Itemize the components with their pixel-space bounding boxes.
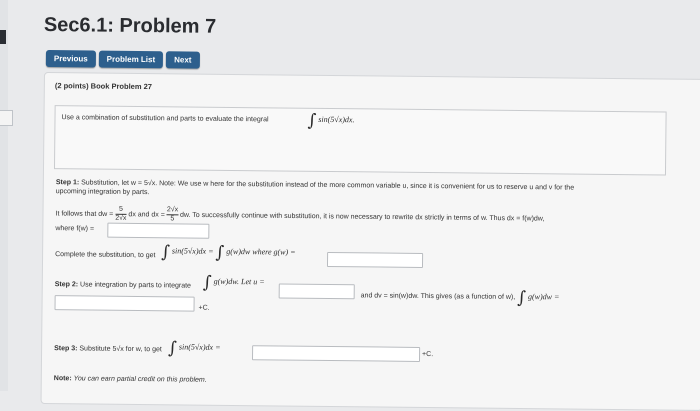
frac1-num: 5 bbox=[115, 205, 127, 215]
u-input[interactable] bbox=[278, 283, 355, 300]
step2-expr: g(w)dw. Let u = bbox=[213, 276, 265, 287]
fraction-dw: 5 2√x bbox=[115, 205, 127, 223]
note-line: Note: You can earn partial credit on thi… bbox=[54, 375, 207, 384]
previous-button[interactable]: Previous bbox=[45, 50, 96, 68]
step3-integral: ∫ sin(5√x)dx = bbox=[168, 338, 221, 359]
problem-card: (2 points) Book Problem 27 Use a combina… bbox=[40, 72, 700, 411]
note-label: Note: bbox=[53, 375, 72, 383]
problem-list-button[interactable]: Problem List bbox=[98, 50, 164, 69]
final-answer-input[interactable] bbox=[251, 345, 421, 362]
step2-integral: ∫ g(w)dw. Let u = bbox=[202, 272, 265, 293]
next-button[interactable]: Next bbox=[166, 51, 200, 69]
parts-result-input[interactable] bbox=[54, 295, 195, 312]
step3-expr: sin(5√x)dx = bbox=[178, 342, 221, 352]
sub-eq-right: g(w)dw where g(w) = bbox=[226, 246, 296, 257]
page-title: Sec6.1: Problem 7 bbox=[43, 14, 217, 38]
step2-line: Step 2: Use integration by parts to inte… bbox=[55, 281, 191, 289]
step3-text: Substitute 5√x for w, to get bbox=[79, 345, 162, 354]
step1-text: Substitution, let w = 5√x. Note: We use … bbox=[81, 179, 575, 192]
step2-plus-c: +C. bbox=[198, 304, 210, 312]
problem-nav: Previous Problem List Next bbox=[45, 50, 200, 69]
complete-sub-label: Complete the substitution, to get bbox=[55, 251, 156, 260]
sub-eq-left: sin(5√x)dx = bbox=[171, 246, 214, 256]
step2-label: Step 2: bbox=[54, 281, 79, 289]
step3-line: Step 3: Substitute 5√x for w, to get bbox=[54, 345, 162, 353]
points-header: (2 points) Book Problem 27 bbox=[54, 81, 153, 92]
g-of-w-input[interactable] bbox=[326, 251, 424, 268]
left-panel-toggle[interactable] bbox=[0, 110, 13, 126]
left-edge-strip bbox=[0, 0, 8, 391]
frac1-den: 2√x bbox=[115, 214, 127, 222]
follows-a: It follows that dw = bbox=[55, 210, 114, 219]
step3-label: Step 3: bbox=[54, 345, 78, 353]
frac2-num: 2√x bbox=[166, 206, 179, 216]
left-panel-tab[interactable] bbox=[0, 30, 6, 44]
sub-equation: ∫ sin(5√x)dx = ∫ g(w)dw where g(w) = bbox=[161, 242, 296, 263]
problem-integral: ∫ sin(5√x)dx. bbox=[307, 110, 355, 131]
frac2-den: 5 bbox=[170, 215, 175, 223]
dx-and: dx and dx = bbox=[128, 211, 165, 219]
problem-integral-expr: sin(5√x)dx. bbox=[318, 114, 355, 125]
note-text: You can earn partial credit on this prob… bbox=[73, 375, 207, 384]
step3-plus-c: +C. bbox=[422, 350, 434, 359]
step2-text: Use integration by parts to integrate bbox=[80, 281, 192, 290]
step1-line2: upcoming integration by parts. bbox=[55, 188, 150, 197]
fraction-dx: 2√x 5 bbox=[166, 206, 179, 223]
step2-and-dv: and dv = sin(w)dw. This gives (as a func… bbox=[360, 287, 560, 309]
step1-label: Step 1: bbox=[55, 179, 80, 187]
and-dv-text: and dv = sin(w)dw. This gives (as a func… bbox=[360, 292, 516, 301]
step2-expr2: g(w)dw = bbox=[527, 292, 560, 302]
problem-text: Use a combination of substitution and pa… bbox=[61, 114, 269, 124]
f-of-w-input[interactable] bbox=[107, 222, 210, 239]
problem-statement: Use a combination of substitution and pa… bbox=[53, 105, 667, 176]
follows-b: dw. To successfully continue with substi… bbox=[179, 211, 545, 223]
where-label: where f(w) = bbox=[55, 225, 95, 233]
